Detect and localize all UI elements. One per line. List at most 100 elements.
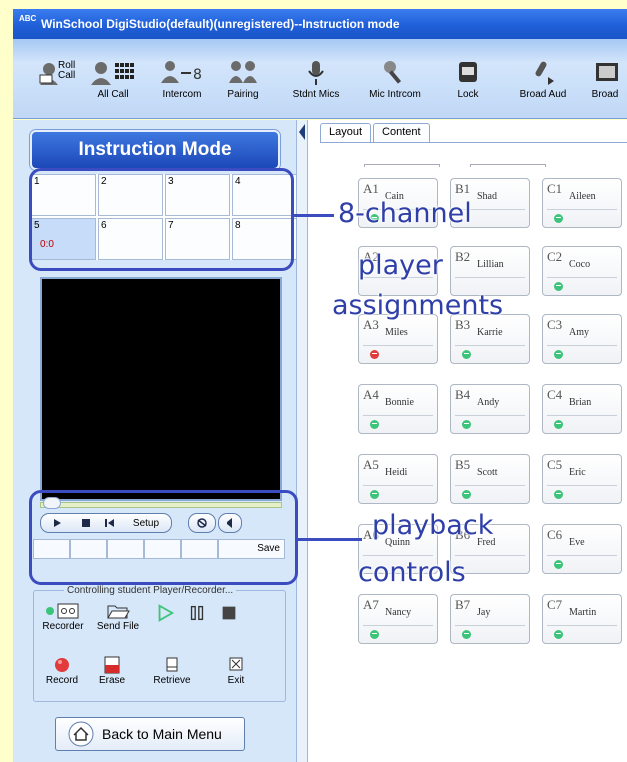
control-group-title: Controlling student Player/Recorder...: [64, 585, 237, 596]
pairing-icon: [229, 61, 257, 83]
seat-id: C3: [547, 317, 563, 332]
seat-divider: [547, 555, 617, 556]
seat-id: A4: [363, 387, 379, 402]
status-indicator-icon: [370, 630, 379, 639]
mic-intercom-icon: [384, 61, 402, 84]
broadcast-icon: [596, 63, 618, 81]
erase-icon: [104, 656, 120, 674]
channels-highlight-box: [29, 168, 294, 271]
seat-divider: [547, 625, 617, 626]
stop-control-button[interactable]: [216, 603, 242, 623]
send-file-button[interactable]: Send File: [92, 601, 144, 632]
seat-divider: [455, 485, 525, 486]
student-seat[interactable]: C2 Coco: [542, 246, 622, 296]
title-bar[interactable]: ABC WinSchool DigiStudio(default)(unregi…: [13, 9, 627, 39]
broadcast-button[interactable]: Broad: [583, 59, 627, 115]
seat-id: B7: [455, 597, 471, 612]
pairing-button[interactable]: Pairing: [218, 59, 268, 115]
column-header-b: [470, 164, 546, 167]
exit-icon: [229, 657, 243, 671]
back-label: Back to Main Menu: [102, 726, 222, 742]
student-seat[interactable]: C5 Eric: [542, 454, 622, 504]
seat-divider: [547, 345, 617, 346]
folder-open-icon: [107, 605, 130, 619]
roll-call-label: Roll Call: [58, 60, 76, 81]
all-call-button[interactable]: All Call: [88, 59, 138, 115]
status-indicator-icon: [554, 282, 563, 291]
erase-button[interactable]: Erase: [90, 655, 134, 686]
student-seat[interactable]: A4 Bonnie: [358, 384, 438, 434]
seat-id: C4: [547, 387, 563, 402]
tab-layout[interactable]: Layout: [320, 123, 372, 143]
seat-student-name: Brian: [569, 397, 592, 408]
seat-student-name: Aileen: [569, 191, 596, 202]
mic-intercom-button[interactable]: Mic Intrcom: [369, 59, 421, 115]
playback-highlight-box: [29, 490, 298, 585]
back-to-main-menu-button[interactable]: Back to Main Menu: [55, 717, 245, 751]
play-control-button[interactable]: [152, 603, 178, 623]
exit-button[interactable]: Exit: [216, 655, 256, 686]
playback-annotation-line2: controls: [358, 557, 466, 588]
status-indicator-icon: [554, 490, 563, 499]
seat-student-name: Jay: [477, 607, 491, 618]
student-seat[interactable]: A7 Nancy: [358, 594, 438, 644]
lock-button[interactable]: Lock: [448, 59, 488, 115]
play-icon: [158, 604, 175, 622]
student-seat[interactable]: B4 Andy: [450, 384, 530, 434]
seat-divider: [547, 209, 617, 210]
channels-annotation-line1: 8-channel: [338, 198, 472, 229]
status-indicator-icon: [370, 490, 379, 499]
tab-content[interactable]: Content: [373, 123, 430, 143]
student-seat[interactable]: C4 Brian: [542, 384, 622, 434]
student-seat[interactable]: B7 Jay: [450, 594, 530, 644]
retrieve-icon: [166, 657, 178, 672]
record-icon: [55, 658, 69, 672]
roll-call-button[interactable]: Roll Call: [35, 59, 79, 115]
channels-callout-line: [294, 214, 334, 217]
control-label: Retrieve: [153, 675, 191, 686]
status-indicator-icon: [370, 420, 379, 429]
seat-student-name: Eve: [569, 537, 585, 548]
status-indicator-icon: [462, 490, 471, 499]
intercom-button[interactable]: 8 Intercom: [159, 59, 205, 115]
student-seat[interactable]: C6 Eve: [542, 524, 622, 574]
student-seat[interactable]: C3 Amy: [542, 314, 622, 364]
playback-annotation-line1: playback: [372, 510, 494, 541]
student-seat[interactable]: C1 Aileen: [542, 178, 622, 228]
retrieve-button[interactable]: Retrieve: [142, 655, 202, 686]
record-button[interactable]: Record: [40, 655, 84, 686]
control-label: Erase: [98, 675, 126, 686]
seat-divider: [363, 625, 433, 626]
status-indicator-icon: [554, 350, 563, 359]
seat-divider: [363, 345, 433, 346]
toolbar-label: Stdnt Mics: [292, 89, 340, 100]
intercom-icon: 8: [161, 61, 202, 83]
seat-student-name: Nancy: [385, 607, 412, 618]
broadcast-audio-button[interactable]: Broad Aud: [513, 59, 573, 115]
student-mics-button[interactable]: Stdnt Mics: [289, 59, 343, 115]
seat-divider: [455, 625, 525, 626]
collapse-arrow-icon[interactable]: [299, 124, 305, 140]
app-window: ABC WinSchool DigiStudio(default)(unregi…: [0, 0, 627, 762]
student-seat[interactable]: A5 Heidi: [358, 454, 438, 504]
seat-student-name: Miles: [385, 327, 408, 338]
control-label: Send File: [96, 621, 140, 632]
lock-icon: [459, 62, 477, 82]
seat-divider: [547, 485, 617, 486]
seat-id: C2: [547, 249, 563, 264]
seat-student-name: Karrie: [477, 327, 503, 338]
microphone-icon: [308, 61, 324, 85]
tab-divider: [320, 142, 627, 143]
student-seat[interactable]: B5 Scott: [450, 454, 530, 504]
recorder-button[interactable]: Recorder: [40, 601, 86, 632]
status-indicator-icon: [462, 350, 471, 359]
app-icon: ABC: [19, 14, 37, 23]
student-seat[interactable]: C7 Martin: [542, 594, 622, 644]
pause-control-button[interactable]: [184, 603, 210, 623]
seat-student-name: Bonnie: [385, 397, 414, 408]
seat-divider: [547, 277, 617, 278]
seat-divider: [455, 415, 525, 416]
seat-id: C7: [547, 597, 563, 612]
broadcast-audio-icon: [535, 61, 554, 85]
seat-id: B1: [455, 181, 471, 196]
